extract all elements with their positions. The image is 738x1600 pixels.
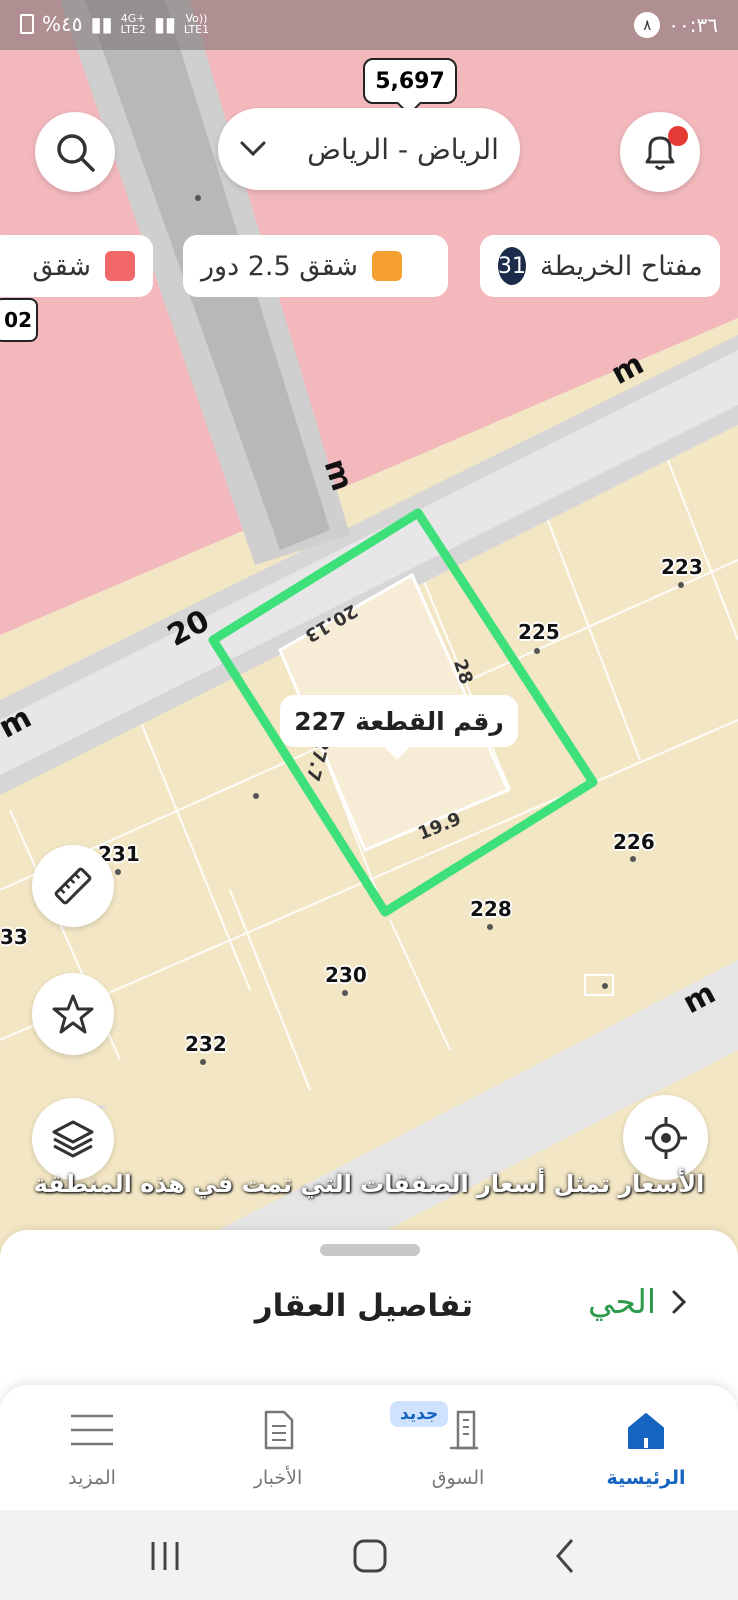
nav-news-label: الأخبار bbox=[253, 1467, 303, 1489]
neighborhood-link[interactable]: الحي bbox=[588, 1282, 688, 1321]
price-callout-edge[interactable]: 02 bbox=[0, 298, 38, 342]
nav-more-label: المزيد bbox=[68, 1467, 116, 1489]
battery-percent: %٤٥ bbox=[42, 12, 83, 36]
legend-count-badge: 31 bbox=[498, 247, 526, 285]
city-selector-label: الرياض - الرياض bbox=[307, 132, 499, 166]
map-canvas: 20.13 19.9 27.7 28 20 m m m m 256 254 bbox=[0, 0, 738, 1300]
battery-icon bbox=[20, 14, 34, 34]
notification-count-badge: ٨ bbox=[634, 12, 661, 38]
legend-chip-label: شقق bbox=[32, 250, 91, 282]
plot-number[interactable]: 228 bbox=[470, 897, 512, 921]
measure-button[interactable] bbox=[32, 845, 114, 927]
sheet-drag-handle[interactable] bbox=[320, 1244, 420, 1256]
new-badge: جديد bbox=[390, 1401, 449, 1427]
plot-number[interactable]: 223 bbox=[661, 555, 703, 579]
network-indicator-1: 4G+ LTE2 bbox=[120, 12, 146, 36]
map-legend-chip[interactable]: 31 مفتاح الخريطة bbox=[480, 235, 720, 297]
status-bar: %٤٥ ▮▮ 4G+ LTE2 ▮▮ Vo)) LTE1 ٨ ٠٠:٣٦ bbox=[0, 0, 738, 50]
legend-chip-label: مفتاح الخريطة bbox=[540, 250, 703, 282]
legend-chip-label: شقق 2.5 دور bbox=[201, 250, 359, 282]
notifications-button[interactable] bbox=[620, 112, 700, 192]
bottom-navigation: الرئيسية جديد السوق الأخبار المزيد bbox=[0, 1385, 738, 1510]
legend-color-swatch bbox=[372, 251, 403, 281]
city-selector[interactable]: الرياض - الرياض bbox=[218, 108, 520, 190]
ruler-icon bbox=[54, 867, 92, 905]
plot-number[interactable]: 232 bbox=[185, 1032, 227, 1056]
news-icon bbox=[264, 1410, 294, 1450]
my-location-button[interactable] bbox=[623, 1095, 708, 1180]
chevron-right-icon bbox=[672, 1290, 687, 1313]
plot-dot bbox=[678, 582, 684, 588]
favorite-button[interactable] bbox=[32, 973, 114, 1055]
layers-button[interactable] bbox=[32, 1098, 114, 1180]
nav-news[interactable]: الأخبار bbox=[218, 1405, 338, 1489]
search-button[interactable] bbox=[35, 112, 115, 192]
plot-number[interactable]: 230 bbox=[325, 963, 367, 987]
legend-color-swatch bbox=[105, 251, 135, 281]
signal-bars-icon: ▮▮ bbox=[153, 12, 176, 36]
plot-dot bbox=[602, 983, 608, 989]
legend-chip-apartments-2-5[interactable]: شقق 2.5 دور bbox=[183, 235, 448, 297]
neighborhood-link-label: الحي bbox=[588, 1282, 657, 1321]
plot-number[interactable]: 225 bbox=[518, 620, 560, 644]
home-system-icon[interactable] bbox=[350, 1536, 390, 1576]
chevron-down-icon bbox=[240, 141, 266, 157]
nav-more[interactable]: المزيد bbox=[32, 1405, 152, 1489]
price-callout[interactable]: 5,697 bbox=[363, 58, 457, 104]
back-icon[interactable] bbox=[550, 1536, 580, 1576]
crosshair-icon bbox=[644, 1116, 687, 1159]
nav-market-label: السوق bbox=[431, 1467, 485, 1489]
layers-icon bbox=[52, 1120, 94, 1158]
plot-dot bbox=[534, 648, 540, 654]
plot-dot bbox=[342, 990, 348, 996]
plot-dot bbox=[200, 1059, 206, 1065]
home-icon bbox=[628, 1413, 664, 1449]
plot-number[interactable]: 226 bbox=[613, 830, 655, 854]
plot-dot bbox=[253, 793, 259, 799]
system-navigation-bar bbox=[0, 1510, 738, 1600]
nav-home[interactable]: الرئيسية bbox=[586, 1405, 706, 1489]
plot-number[interactable]: 33 bbox=[0, 925, 28, 949]
plot-dot bbox=[195, 195, 201, 201]
sheet-title: تفاصيل العقار bbox=[254, 1288, 473, 1324]
menu-icon bbox=[71, 1414, 113, 1446]
plot-dot bbox=[115, 869, 121, 875]
star-icon bbox=[52, 994, 94, 1034]
clock: ٠٠:٣٦ bbox=[668, 13, 718, 37]
network-indicator-2: Vo)) LTE1 bbox=[183, 12, 210, 36]
plot-dot bbox=[487, 924, 493, 930]
selected-plot-label[interactable]: رقم القطعة 227 bbox=[280, 695, 518, 747]
notification-dot bbox=[668, 126, 688, 146]
nav-market[interactable]: جديد السوق bbox=[390, 1401, 518, 1489]
map-view[interactable]: 20.13 19.9 27.7 28 20 m m m m 256 254 22… bbox=[0, 0, 738, 1300]
recent-apps-icon[interactable] bbox=[145, 1538, 185, 1574]
plot-dot bbox=[630, 856, 636, 862]
search-icon bbox=[57, 134, 95, 172]
signal-bars-icon: ▮▮ bbox=[90, 12, 113, 36]
price-disclaimer: الأسعار تمثل أسعار الصفقات التي تمت في ه… bbox=[33, 1170, 705, 1198]
legend-chip-apartments[interactable]: شقق bbox=[0, 235, 153, 297]
nav-home-label: الرئيسية bbox=[606, 1467, 686, 1489]
